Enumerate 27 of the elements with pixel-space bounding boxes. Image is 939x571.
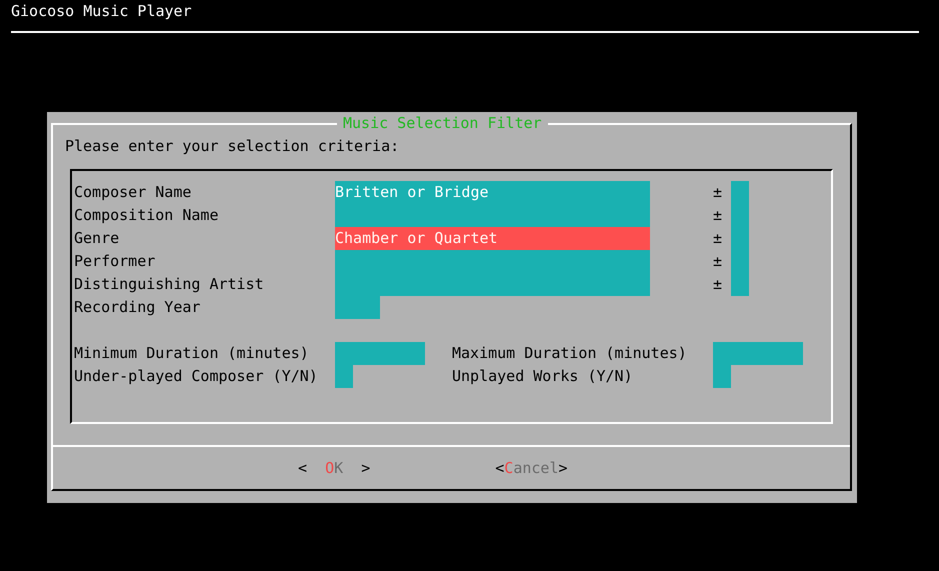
text-field[interactable] [713, 365, 731, 388]
dialog-button[interactable]: <Cancel> [495, 456, 568, 480]
field-label: Unplayed Works (Y/N) [452, 366, 634, 387]
field-label: Minimum Duration (minutes) [74, 343, 310, 364]
app-title: Giocoso Music Player [11, 1, 193, 22]
scroll-marker: ± [713, 182, 722, 203]
field-label: Distinguishing Artist [74, 274, 265, 295]
text-field[interactable] [713, 342, 803, 365]
field-label: Recording Year [74, 297, 202, 318]
text-field[interactable] [335, 250, 650, 273]
text-field[interactable] [335, 204, 650, 227]
scroll-marker: ± [713, 205, 722, 226]
field-label: Maximum Duration (minutes) [452, 343, 688, 364]
field-label: Composer Name [74, 182, 192, 203]
text-field[interactable] [335, 273, 650, 296]
field-label: Genre [74, 228, 120, 249]
text-field[interactable] [335, 296, 380, 319]
dialog-button[interactable]: < OK > [298, 456, 370, 480]
text-field[interactable] [335, 365, 353, 388]
field-label: Performer [74, 251, 156, 272]
prompt-text: Please enter your selection criteria: [65, 136, 400, 157]
scroll-marker: ± [713, 274, 722, 295]
scroll-marker: ± [713, 228, 722, 249]
scroll-marker: ± [713, 251, 722, 272]
field-label: Composition Name [74, 205, 220, 226]
field-label: Under-played Composer (Y/N) [74, 366, 319, 387]
text-field[interactable] [335, 342, 425, 365]
